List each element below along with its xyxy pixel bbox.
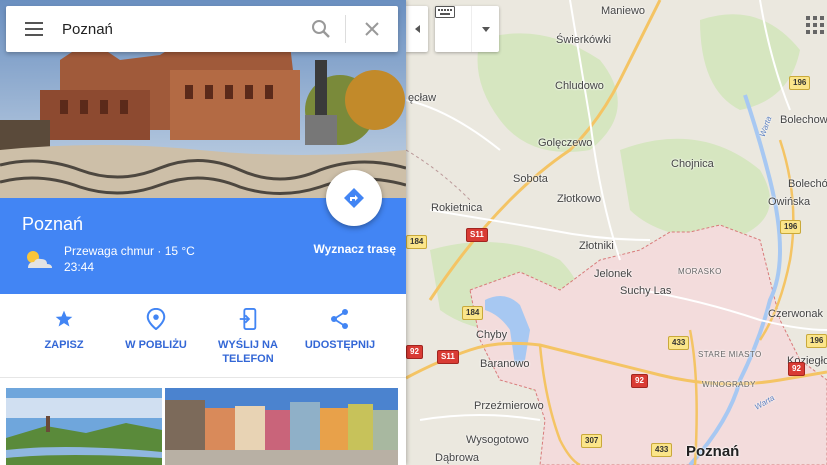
send-to-phone-label: WYŚLIJ NA TELEFON	[218, 339, 278, 365]
map-city-poznan[interactable]: Poznań	[686, 443, 739, 460]
photo-strip	[0, 386, 406, 465]
map-label-goleczewo[interactable]: Golęczewo	[538, 137, 592, 149]
road-shield-433-b: 433	[651, 443, 673, 457]
road-shield-196-c: 196	[806, 334, 827, 348]
map-district-stare-miasto[interactable]: STARE MIASTO	[698, 350, 762, 359]
place-actions: ZAPISZ W POBLIŻU WYŚLIJ NA TELEFON UDOST…	[0, 294, 406, 378]
photo-thumbnail-river[interactable]	[6, 388, 162, 465]
map-label-zlotniki[interactable]: Złotniki	[579, 240, 614, 252]
map-label-czerwonak[interactable]: Czerwonak	[768, 308, 823, 320]
road-shield-92-a: 92	[406, 345, 423, 359]
map-label-wysogotowo[interactable]: Wysogotowo	[466, 434, 529, 446]
map-label-chojnica[interactable]: Chojnica	[671, 158, 714, 170]
weather-condition: Przewaga chmur · 15 °C	[64, 244, 195, 258]
share-icon	[330, 308, 350, 330]
menu-icon[interactable]	[6, 6, 62, 52]
road-shield-433-a: 433	[668, 336, 690, 350]
input-tools-control[interactable]	[435, 6, 499, 52]
map-label-dabrowa[interactable]: Dąbrowa	[435, 452, 479, 464]
share-button[interactable]: UDOSTĘPNIJ	[294, 294, 386, 377]
map-label-eclaw[interactable]: ęcław	[408, 92, 436, 104]
map-district-winogrady[interactable]: WINOGRADY	[702, 380, 756, 389]
search-input[interactable]	[62, 6, 297, 52]
route-link[interactable]: Wyznacz trasę	[314, 242, 396, 256]
road-shield-92-b: 92	[631, 374, 648, 388]
share-label: UDOSTĘPNIJ	[304, 339, 376, 351]
map-label-baranowo[interactable]: Baranowo	[480, 358, 530, 370]
map-label-jelonek[interactable]: Jelonek	[594, 268, 632, 280]
map-label-sobota[interactable]: Sobota	[513, 173, 548, 185]
map-label-bolechowo[interactable]: Bolechowo	[780, 114, 827, 126]
nearby-pin-icon	[146, 308, 166, 330]
weather-info: Przewaga chmur · 15 °C 23:44	[64, 243, 195, 275]
save-button[interactable]: ZAPISZ	[18, 294, 110, 377]
save-label: ZAPISZ	[44, 339, 84, 351]
map-label-rokietnica[interactable]: Rokietnica	[431, 202, 482, 214]
close-icon[interactable]	[346, 6, 398, 52]
map-label-przezmierowo[interactable]: Przeźmierowo	[474, 400, 544, 412]
map-label-zlotkowo[interactable]: Złotkowo	[557, 193, 601, 205]
road-shield-s11-a: S11	[466, 228, 488, 242]
place-side-panel: Poznań Przewaga chmur · 15 °C 23:44 Wyzn…	[0, 0, 406, 465]
map-label-maniewo[interactable]: Maniewo	[601, 5, 645, 17]
search-box[interactable]	[6, 6, 398, 52]
photo-thumbnail-old-market[interactable]	[165, 388, 398, 465]
road-shield-196-a: 196	[789, 76, 811, 90]
apps-grid-icon[interactable]	[806, 16, 826, 36]
nearby-label: W POBLIŻU	[125, 339, 187, 351]
collapse-panel-button[interactable]	[406, 6, 428, 52]
map-label-swierkowki[interactable]: Świerkówki	[556, 34, 611, 46]
partly-cloudy-icon	[22, 248, 54, 272]
road-shield-196-b: 196	[780, 220, 802, 234]
search-icon[interactable]	[297, 6, 345, 52]
chevron-left-icon	[414, 25, 420, 33]
caret-down-icon	[481, 26, 490, 32]
map-district-morasko[interactable]: MORASKO	[678, 267, 722, 276]
directions-button[interactable]	[326, 170, 382, 226]
road-shield-307: 307	[581, 434, 603, 448]
nearby-button[interactable]: W POBLIŻU	[110, 294, 202, 377]
road-shield-92-c: 92	[788, 362, 805, 376]
map-label-chludowo[interactable]: Chludowo	[555, 80, 604, 92]
star-icon	[54, 308, 74, 330]
directions-icon	[344, 188, 364, 208]
input-tools-dropdown[interactable]	[471, 6, 499, 52]
weather-time: 23:44	[64, 260, 95, 274]
road-shield-184-b: 184	[462, 306, 484, 320]
map-label-suchy-las[interactable]: Suchy Las	[620, 285, 671, 297]
road-shield-s11-b: S11	[437, 350, 459, 364]
map-label-chyby[interactable]: Chyby	[476, 329, 507, 341]
map-label-bolecho[interactable]: Bolechó	[788, 178, 827, 190]
map-label-owinska[interactable]: Owińska	[768, 196, 810, 208]
send-to-phone-icon	[238, 308, 258, 330]
send-to-phone-button[interactable]: WYŚLIJ NA TELEFON	[202, 294, 294, 377]
place-title: Poznań	[22, 214, 84, 234]
road-shield-184-a: 184	[406, 235, 428, 249]
